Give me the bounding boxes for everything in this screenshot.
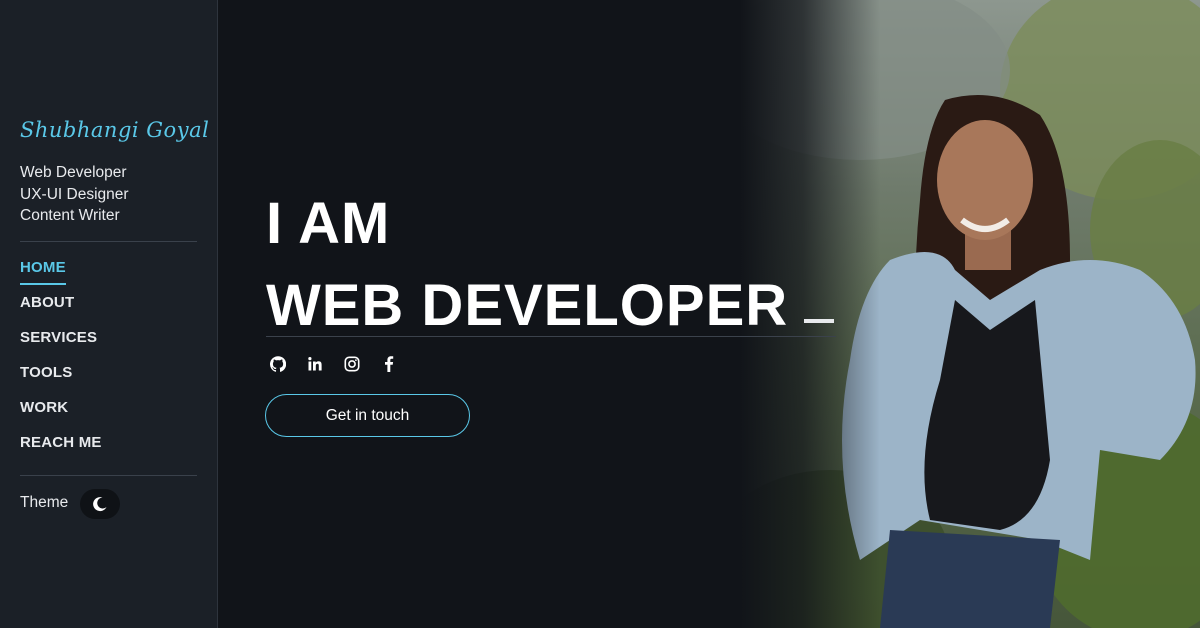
moon-icon bbox=[93, 497, 107, 512]
nav-reach-me[interactable]: REACH ME bbox=[20, 433, 102, 468]
linkedin-icon[interactable] bbox=[307, 356, 323, 372]
hero-role-text: WEB DEVELOPER bbox=[266, 273, 789, 338]
typing-cursor bbox=[804, 319, 835, 323]
hero-heading-line2: WEB DEVELOPER bbox=[266, 273, 835, 338]
instagram-icon[interactable] bbox=[344, 356, 360, 372]
social-links bbox=[269, 356, 397, 372]
main-nav: HOME ABOUT SERVICES TOOLS WORK REACH ME bbox=[20, 258, 102, 468]
brand-logo[interactable]: Shubhangi Goyal bbox=[20, 118, 209, 142]
nav-services[interactable]: SERVICES bbox=[20, 328, 102, 363]
nav-home[interactable]: HOME bbox=[20, 258, 102, 293]
sidebar: Shubhangi Goyal Web Developer UX-UI Desi… bbox=[0, 0, 218, 628]
role-list: Web Developer UX-UI Designer Content Wri… bbox=[20, 162, 129, 227]
nav-about[interactable]: ABOUT bbox=[20, 293, 102, 328]
role-ux-ui-designer: UX-UI Designer bbox=[20, 185, 129, 203]
sidebar-divider bbox=[20, 241, 197, 242]
hero-heading-line1: I AM bbox=[266, 191, 391, 256]
sidebar-divider bbox=[20, 475, 197, 476]
theme-label: Theme bbox=[20, 494, 69, 511]
facebook-icon[interactable] bbox=[381, 356, 397, 372]
get-in-touch-button[interactable]: Get in touch bbox=[265, 394, 470, 437]
theme-toggle[interactable] bbox=[80, 489, 120, 519]
nav-home-label: HOME bbox=[20, 259, 66, 276]
hero-underline bbox=[266, 336, 836, 337]
nav-tools[interactable]: TOOLS bbox=[20, 363, 102, 398]
github-icon[interactable] bbox=[269, 356, 287, 372]
nav-work[interactable]: WORK bbox=[20, 398, 102, 433]
role-content-writer: Content Writer bbox=[20, 207, 120, 224]
role-web-developer: Web Developer bbox=[20, 164, 127, 181]
active-underline bbox=[20, 283, 66, 285]
